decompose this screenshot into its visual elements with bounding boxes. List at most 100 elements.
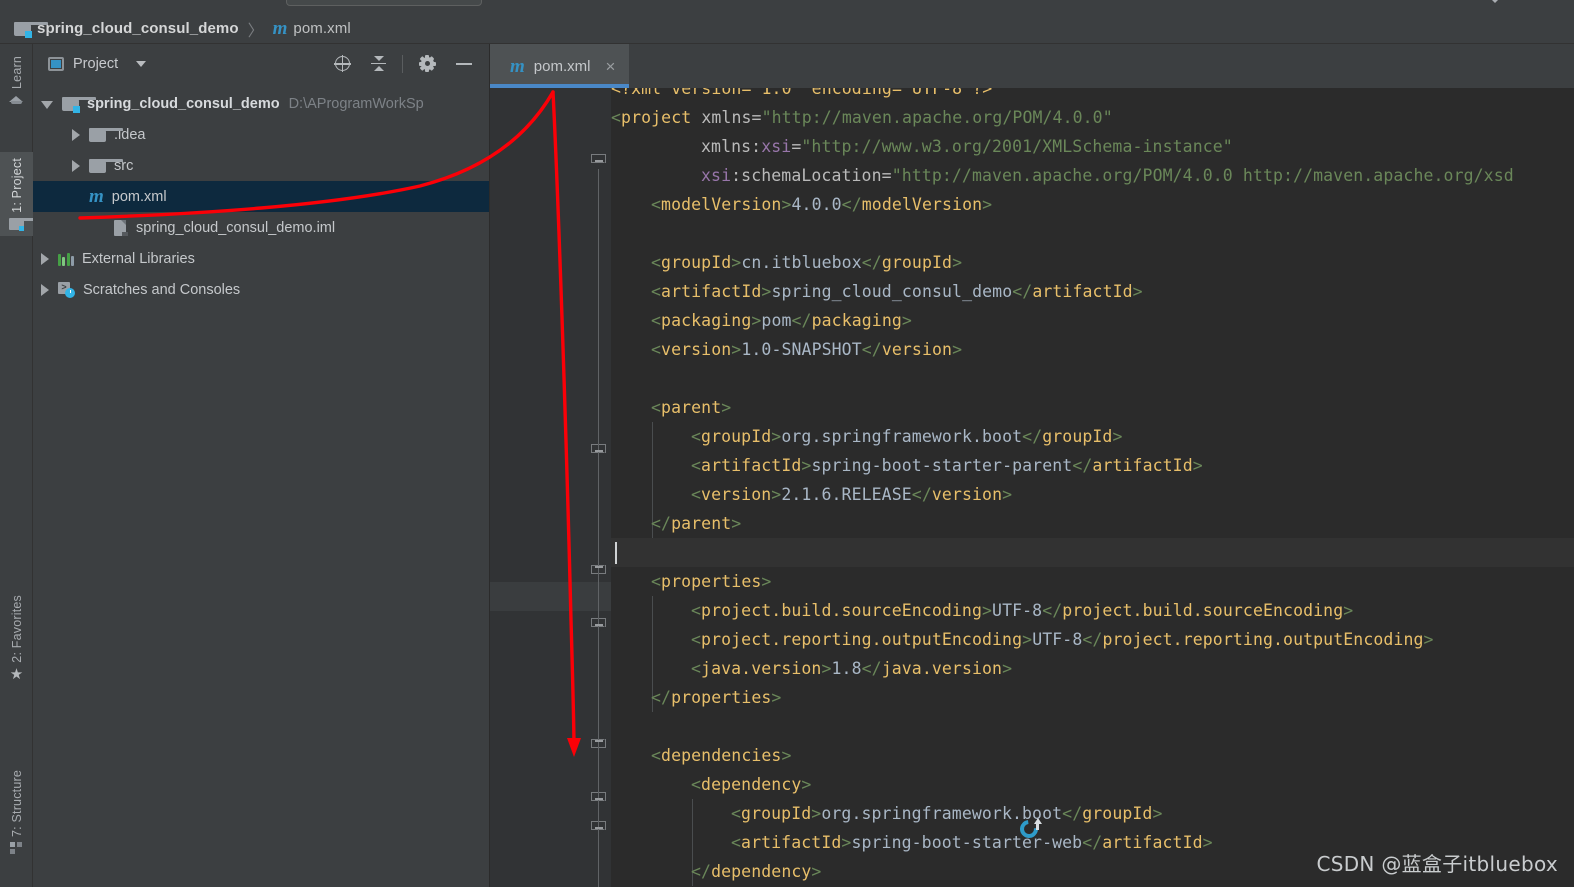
code-token: > — [771, 427, 782, 446]
code-token: "http://www.w3.org/2001/XMLSchema-instan… — [801, 137, 1233, 156]
code-line[interactable]: <java.version>1.8</java.version> — [691, 654, 1012, 683]
code-line[interactable]: <properties> — [651, 567, 771, 596]
code-line[interactable]: </dependency> — [691, 857, 821, 886]
tree-item-pom-xml[interactable]: m pom.xml — [33, 181, 489, 212]
code-token: cn.itbluebox — [741, 253, 862, 272]
code-token: > — [982, 601, 993, 620]
code-line[interactable]: <groupId>cn.itbluebox</groupId> — [651, 248, 962, 277]
code-token: 4.0.0 — [791, 195, 842, 214]
code-token: > — [761, 282, 772, 301]
code-token: properties — [671, 688, 772, 707]
tree-item-iml[interactable]: spring_cloud_consul_demo.iml — [33, 212, 489, 243]
code-line[interactable]: </properties> — [651, 683, 781, 712]
tool-button-learn[interactable]: Learn — [0, 50, 33, 112]
code-token: spring-boot-starter-web — [851, 833, 1083, 852]
hide-panel-button[interactable] — [445, 49, 481, 79]
code-token: > — [1343, 601, 1354, 620]
code-token: > — [721, 398, 732, 417]
code-line[interactable]: <dependency> — [691, 770, 811, 799]
code-token: < — [611, 108, 622, 127]
code-line[interactable]: <artifactId>spring_cloud_consul_demo</ar… — [651, 277, 1143, 306]
code-content[interactable]: <?xml version="1.0" encoding="UTF-8"?> <p… — [611, 88, 1574, 887]
settings-button[interactable] — [409, 49, 445, 79]
code-token: xmlns — [701, 137, 752, 156]
editor-gutter[interactable] — [490, 88, 587, 887]
code-token: < — [691, 775, 702, 794]
code-line[interactable]: <project.reporting.outputEncoding>UTF-8<… — [691, 625, 1434, 654]
project-tool-window: Project spring_cloud_consul_demo D:\APro… — [33, 44, 490, 887]
code-line[interactable]: <parent> — [651, 393, 731, 422]
code-line[interactable]: xsi:schemaLocation="http://maven.apache.… — [701, 161, 1514, 190]
code-token: </ — [1022, 427, 1043, 446]
code-token: > — [1112, 427, 1123, 446]
structure-icon — [10, 842, 23, 855]
code-token: xsi — [761, 137, 792, 156]
tree-item-scratches[interactable]: > Scratches and Consoles — [33, 274, 489, 305]
code-line[interactable]: <project.build.sourceEncoding>UTF-8</pro… — [691, 596, 1353, 625]
code-line[interactable]: <version>2.1.6.RELEASE</version> — [691, 480, 1012, 509]
code-token: </ — [841, 195, 862, 214]
breadcrumb-item-file[interactable]: m pom.xml — [273, 14, 351, 43]
code-token: < — [731, 833, 742, 852]
collapse-all-button[interactable] — [360, 49, 396, 79]
code-line[interactable]: <groupId>org.springframework.boot</group… — [691, 422, 1123, 451]
project-panel-header: Project — [33, 44, 489, 84]
navigation-search-field[interactable] — [286, 0, 482, 6]
chevron-down-icon[interactable] — [41, 100, 53, 109]
editor-tab-bar: m pom.xml × — [490, 44, 1574, 88]
close-icon[interactable]: × — [605, 58, 615, 75]
chevron-right-icon[interactable] — [41, 252, 49, 265]
code-line[interactable]: <packaging>pom</packaging> — [651, 306, 912, 335]
code-line[interactable]: <version>1.0-SNAPSHOT</version> — [651, 335, 962, 364]
tool-button-project[interactable]: 1: Project — [0, 152, 43, 236]
chevron-right-icon[interactable] — [41, 283, 49, 296]
tree-item-idea[interactable]: .idea — [33, 119, 489, 150]
code-line[interactable]: <modelVersion>4.0.0</modelVersion> — [651, 190, 992, 219]
tool-button-learn-label: Learn — [9, 56, 24, 89]
project-panel-title-group[interactable]: Project — [48, 56, 147, 72]
tree-item-external-libraries[interactable]: External Libraries — [33, 243, 489, 274]
editor-tab-pom-xml[interactable]: m pom.xml × — [490, 44, 630, 88]
chevron-down-icon[interactable] — [136, 60, 147, 67]
select-opened-file-button[interactable] — [324, 49, 360, 79]
code-line[interactable]: <project xmlns="http://maven.apache.org/… — [611, 103, 1113, 132]
code-token: > — [952, 340, 963, 359]
tree-item-label: External Libraries — [82, 250, 195, 267]
code-token: java.version — [881, 659, 1003, 678]
chevron-right-icon[interactable] — [72, 159, 80, 172]
maven-icon: m — [89, 186, 104, 207]
code-line[interactable]: <?xml version="1.0" encoding="UTF-8"?> — [611, 88, 992, 103]
code-token: </ — [791, 311, 812, 330]
editor-body[interactable]: <?xml version="1.0" encoding="UTF-8"?> <p… — [490, 88, 1574, 887]
tree-item-src[interactable]: src — [33, 150, 489, 181]
code-token: </ — [861, 253, 882, 272]
tree-item-module-root[interactable]: spring_cloud_consul_demo D:\AProgramWork… — [33, 88, 489, 119]
idea-window: spring_cloud_consul_demo 〉 m pom.xml Lea… — [0, 0, 1574, 887]
code-token: org.springframework.boot — [781, 427, 1023, 446]
maven-reload-icon[interactable] — [1016, 816, 1042, 842]
code-line[interactable]: </parent> — [651, 509, 741, 538]
code-token: groupId — [741, 804, 812, 823]
tool-button-favorites[interactable]: ★ 2: Favorites — [0, 589, 33, 688]
code-line[interactable]: <artifactId>spring-boot-starter-web</art… — [731, 828, 1213, 857]
code-line[interactable]: <groupId>org.springframework.boot</group… — [731, 799, 1163, 828]
code-token: 1.8 — [831, 659, 862, 678]
breadcrumb-item-project[interactable]: spring_cloud_consul_demo — [14, 14, 239, 43]
gear-icon — [418, 55, 436, 72]
tree-item-label: pom.xml — [111, 188, 167, 205]
tool-button-structure[interactable]: 7: Structure — [0, 764, 33, 860]
code-token: </ — [1012, 282, 1033, 301]
code-token: UTF-8 — [1032, 630, 1083, 649]
code-token: version — [881, 340, 953, 359]
code-token: : — [731, 166, 742, 185]
chevron-right-icon[interactable] — [72, 128, 80, 141]
editor-fold-strip[interactable] — [587, 88, 611, 887]
code-line[interactable]: <artifactId>spring-boot-starter-parent</… — [691, 451, 1203, 480]
fold-marker-start[interactable] — [591, 154, 606, 169]
code-line[interactable]: xmlns:xsi="http://www.w3.org/2001/XMLSch… — [701, 132, 1233, 161]
module-folder-icon — [14, 21, 48, 38]
code-line[interactable]: <dependencies> — [651, 741, 792, 770]
libraries-icon — [58, 251, 74, 266]
chevron-down-icon[interactable] — [1490, 0, 1500, 3]
